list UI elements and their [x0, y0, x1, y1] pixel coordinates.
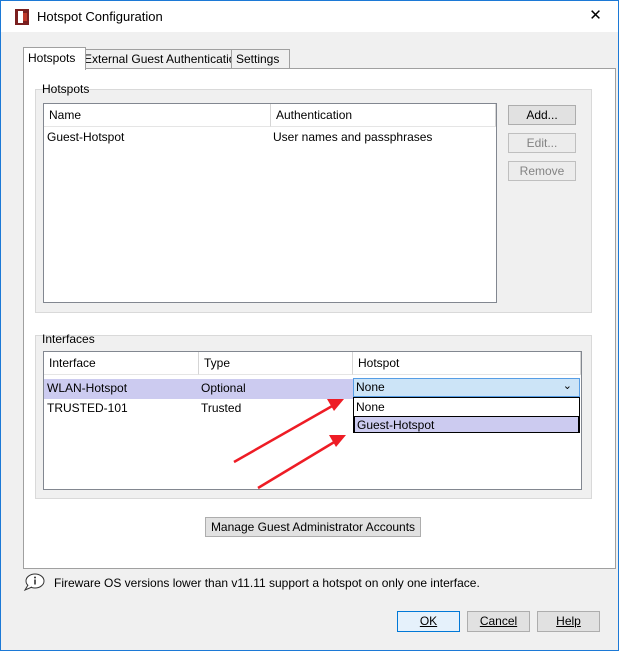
- hotspot-configuration-window: Hotspot Configuration ✕ Hotspots Externa…: [0, 0, 619, 651]
- tab-hotspots[interactable]: Hotspots: [23, 47, 86, 70]
- annotation-arrow: [257, 439, 337, 490]
- annotation-arrows: [233, 399, 346, 490]
- annotation-arrow: [233, 403, 335, 464]
- annotation-arrow: [329, 435, 346, 447]
- annotation-arrow: [327, 399, 344, 411]
